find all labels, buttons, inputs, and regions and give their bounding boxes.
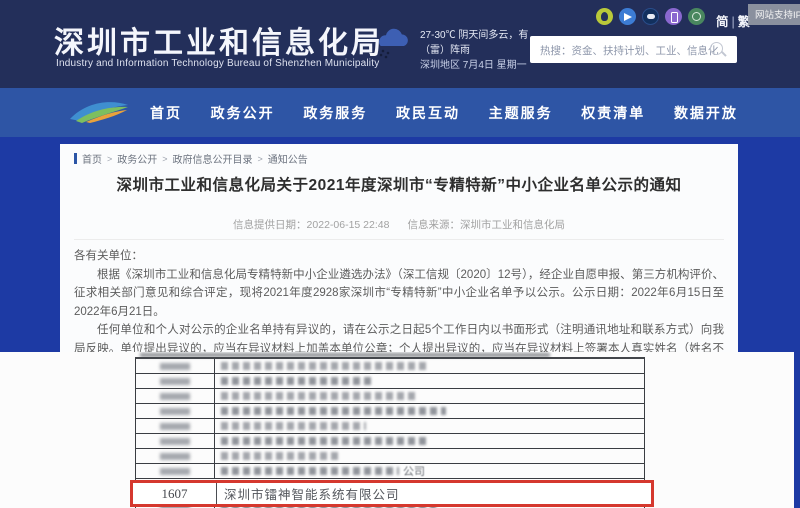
search-hot-keywords[interactable]: 热搜：资金、扶持计划、工业、信息化: [540, 43, 719, 58]
nav-item-topics[interactable]: 主题服务: [489, 103, 553, 123]
table-row: [136, 389, 644, 404]
main-nav: 首页 政务公开 政务服务 政民互动 主题服务 权责清单 数据开放: [0, 88, 800, 137]
article-meta: 信息提供日期：2022-06-15 22:48 信息来源：深圳市工业和信息化局: [60, 217, 738, 232]
blurred-number: [160, 438, 190, 445]
nav-item-gov-services[interactable]: 政务服务: [303, 103, 367, 123]
breadcrumb-info-catalog[interactable]: 政府信息公开目录: [173, 151, 253, 166]
mobile-icon[interactable]: [665, 8, 682, 25]
site-title: 深圳市工业和信息化局: [54, 18, 384, 62]
paperplane-icon[interactable]: [619, 8, 636, 25]
blurred-number: [160, 408, 190, 415]
blurred-number: [160, 453, 190, 460]
nav-item-open-data[interactable]: 数据开放: [674, 103, 738, 123]
table-row: [136, 449, 644, 464]
breadcrumb-marker: [74, 153, 77, 164]
highlighted-row-number: 1607: [133, 483, 217, 504]
blurred-company-name: [221, 392, 416, 400]
page: 深圳市工业和信息化局 Industry and Information Tech…: [0, 0, 800, 508]
blurred-number: [160, 468, 190, 475]
meta-source-label: 信息来源：: [407, 219, 460, 231]
breadcrumb-separator: >: [107, 154, 112, 164]
table-row: 公司: [136, 464, 644, 479]
globe-icon[interactable]: [688, 8, 705, 25]
blurred-company-name: [221, 377, 371, 385]
blurred-number: [160, 378, 190, 385]
article-title: 深圳市工业和信息化局关于2021年度深圳市“专精特新”中小企业名单公示的通知: [60, 173, 738, 195]
search-icon[interactable]: [710, 42, 723, 55]
company-table: 公司 1607 深圳市镭神智能系统有限公司: [135, 357, 645, 508]
blurred-number: [160, 393, 190, 400]
nav-item-responsibility-list[interactable]: 权责清单: [581, 103, 645, 123]
blurred-company-name: [221, 422, 366, 430]
language-switch: 简|繁: [716, 11, 751, 30]
accessibility-icon[interactable]: [596, 8, 613, 25]
ipv6-badge: 网站支持IPv6: [748, 4, 800, 25]
breadcrumb-home[interactable]: 首页: [82, 151, 102, 166]
table-row: [136, 359, 644, 374]
breadcrumb: 首页 > 政务公开 > 政府信息公开目录 > 通知公告: [74, 151, 308, 166]
nav-items: 首页 政务公开 政务服务 政民互动 主题服务 权责清单 数据开放: [150, 88, 738, 137]
breadcrumb-separator: >: [258, 154, 263, 164]
meta-divider: [74, 239, 724, 240]
meta-source-value: 深圳市工业和信息化局: [460, 219, 565, 231]
company-list-image: 公司 1607 深圳市镭神智能系统有限公司: [0, 352, 794, 508]
paragraph-1: 根据《深圳市工业和信息化局专精特新中小企业遴选办法》（深工信规〔2020〕12号…: [74, 266, 724, 322]
salutation: 各有关单位：: [74, 247, 724, 266]
search-input[interactable]: 热搜：资金、扶持计划、工业、信息化: [530, 36, 737, 63]
table-row: [136, 419, 644, 434]
chat-icon[interactable]: [642, 8, 659, 25]
nav-item-home[interactable]: 首页: [150, 103, 182, 123]
meta-date-value: 2022-06-15 22:48: [307, 219, 390, 231]
lang-simplified[interactable]: 简: [716, 15, 730, 29]
site-subtitle: Industry and Information Technology Bure…: [56, 58, 379, 69]
nav-item-gov-affairs[interactable]: 政务公开: [211, 103, 275, 123]
blurred-company-name: [221, 362, 426, 370]
meta-date-label: 信息提供日期：: [233, 219, 307, 231]
highlighted-table-row: 1607 深圳市镭神智能系统有限公司: [130, 480, 654, 507]
breadcrumb-notices[interactable]: 通知公告: [268, 151, 308, 166]
header-quick-icons: [596, 8, 705, 25]
table-row: [136, 374, 644, 389]
table-row: [136, 434, 644, 449]
blurred-company-name: [221, 407, 446, 415]
highlighted-company-name: 深圳市镭神智能系统有限公司: [217, 484, 400, 503]
lang-divider: |: [732, 15, 736, 29]
blurred-company-name: [221, 467, 399, 475]
blurred-company-name: [221, 437, 426, 445]
site-logo-icon: [64, 97, 134, 127]
table-row: [136, 404, 644, 419]
blurred-number: [160, 363, 190, 370]
blurred-number: [160, 423, 190, 430]
site-header: 深圳市工业和信息化局 Industry and Information Tech…: [0, 0, 800, 88]
weather-cloud-icon: [372, 26, 414, 60]
partial-company-text: 公司: [403, 463, 425, 479]
blurred-company-name: [221, 452, 341, 460]
breadcrumb-gov-affairs[interactable]: 政务公开: [117, 151, 157, 166]
content-panel: 首页 > 政务公开 > 政府信息公开目录 > 通知公告 深圳市工业和信息化局关于…: [60, 144, 738, 352]
breadcrumb-separator: >: [162, 154, 167, 164]
nav-item-interaction[interactable]: 政民互动: [396, 103, 460, 123]
